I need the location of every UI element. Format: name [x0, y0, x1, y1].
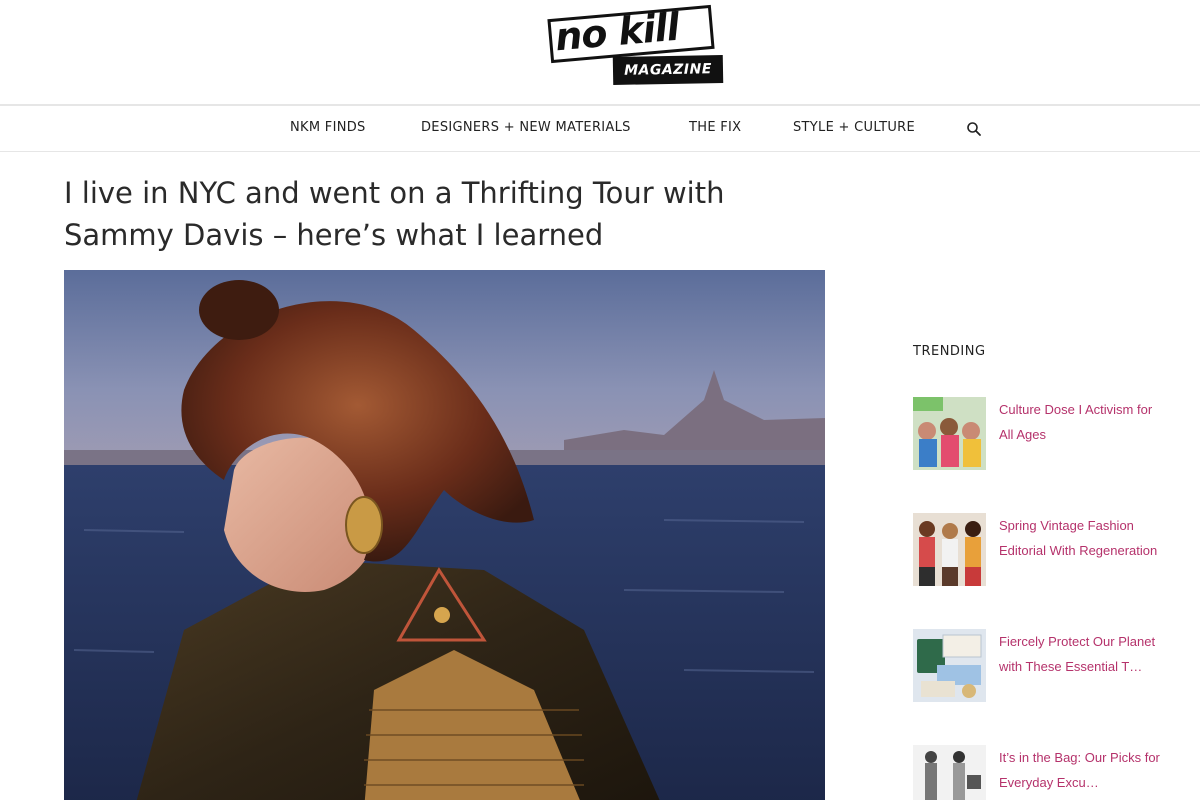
article-hero-image: [64, 270, 825, 800]
site-logo[interactable]: no kill MAGAZINE: [545, 5, 727, 86]
trending-thumbnail[interactable]: [913, 745, 986, 800]
main-nav: NKM FINDS DESIGNERS + NEW MATERIALS THE …: [0, 104, 1200, 152]
trending-thumbnail[interactable]: [913, 397, 986, 470]
trending-item[interactable]: It’s in the Bag: Our Picks for Everyday …: [913, 745, 1183, 800]
search-icon[interactable]: [966, 121, 982, 137]
trending-item-title[interactable]: Culture Dose I Activism for All Ages: [999, 397, 1169, 447]
nav-item-the-fix[interactable]: THE FIX: [689, 120, 741, 135]
trending-item[interactable]: Fiercely Protect Our Planet with These E…: [913, 629, 1183, 719]
trending-thumbnail[interactable]: [913, 629, 986, 702]
nav-item-designers-new-materials[interactable]: DESIGNERS + NEW MATERIALS: [421, 120, 631, 135]
nav-item-nkm-finds[interactable]: NKM FINDS: [290, 120, 366, 135]
trending-item-title[interactable]: Fiercely Protect Our Planet with These E…: [999, 629, 1169, 679]
trending-item-title[interactable]: Spring Vintage Fashion Editorial With Re…: [999, 513, 1169, 563]
logo-bottom-text: MAGAZINE: [623, 61, 712, 79]
trending-item[interactable]: Culture Dose I Activism for All Ages: [913, 397, 1183, 487]
logo-bottom-frame: MAGAZINE: [612, 55, 724, 85]
site-header: no kill MAGAZINE: [0, 0, 1200, 104]
trending-item-title[interactable]: It’s in the Bag: Our Picks for Everyday …: [999, 745, 1169, 795]
nav-item-style-culture[interactable]: STYLE + CULTURE: [793, 120, 915, 135]
trending-item[interactable]: Spring Vintage Fashion Editorial With Re…: [913, 513, 1183, 603]
article-title: I live in NYC and went on a Thrifting To…: [64, 176, 725, 252]
trending-heading: TRENDING: [913, 344, 986, 359]
trending-thumbnail[interactable]: [913, 513, 986, 586]
